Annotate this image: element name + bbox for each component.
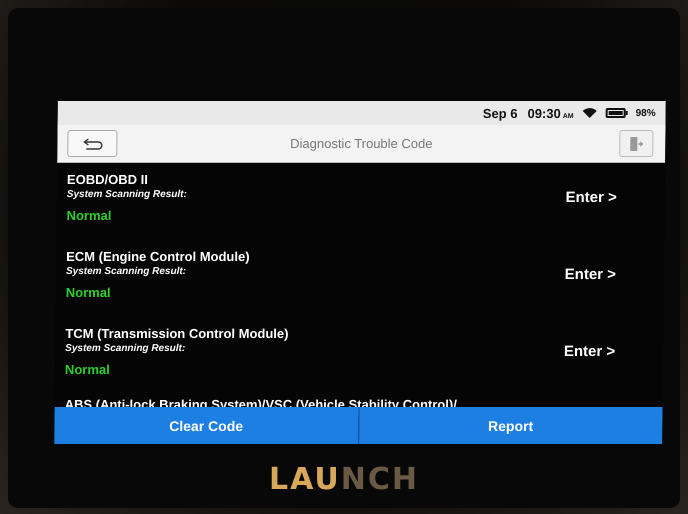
status-date: Sep 6 — [482, 105, 518, 121]
status-normal: Normal — [65, 285, 111, 300]
exit-icon — [630, 136, 644, 151]
wifi-icon — [582, 108, 597, 118]
action-bar: Clear Code Report — [54, 407, 663, 444]
list-item-ecm: ECM (Engine Control Module) System Scann… — [55, 244, 664, 321]
status-normal: Normal — [66, 208, 112, 223]
clear-code-button[interactable]: Clear Code — [54, 407, 359, 444]
device-screen: Sep 6 09:30 AM 98% Diagnostic Trouble Cod… — [54, 101, 666, 444]
brand-logo: LAUNCH — [268, 462, 419, 497]
page-title: Diagnostic Trouble Code — [290, 136, 433, 151]
title-bar: Diagnostic Trouble Code — [57, 125, 666, 163]
battery-icon — [605, 108, 626, 118]
status-normal: Normal — [64, 362, 110, 377]
list-item-tcm: TCM (Transmission Control Module) System… — [55, 321, 664, 398]
status-time: 09:30 AM — [527, 105, 574, 121]
battery-percent: 98% — [635, 107, 656, 119]
enter-button-tcm[interactable]: Enter > — [564, 343, 615, 360]
battery-level-fill — [608, 111, 623, 115]
system-name: ECM (Engine Control Module) — [66, 249, 250, 264]
status-bar: Sep 6 09:30 AM 98% — [57, 101, 666, 125]
system-list: EOBD/OBD II System Scanning Result: Norm… — [55, 167, 665, 398]
back-arrow-icon — [83, 137, 103, 150]
enter-button-ecm[interactable]: Enter > — [565, 266, 616, 283]
exit-button[interactable] — [619, 130, 654, 157]
report-button[interactable]: Report — [357, 407, 663, 444]
system-name: EOBD/OBD II — [66, 172, 148, 187]
list-item-eobd: EOBD/OBD II System Scanning Result: Norm… — [56, 167, 665, 244]
system-name: TCM (Transmission Control Module) — [65, 326, 289, 341]
back-button[interactable] — [67, 130, 118, 157]
enter-button-eobd[interactable]: Enter > — [565, 189, 616, 206]
